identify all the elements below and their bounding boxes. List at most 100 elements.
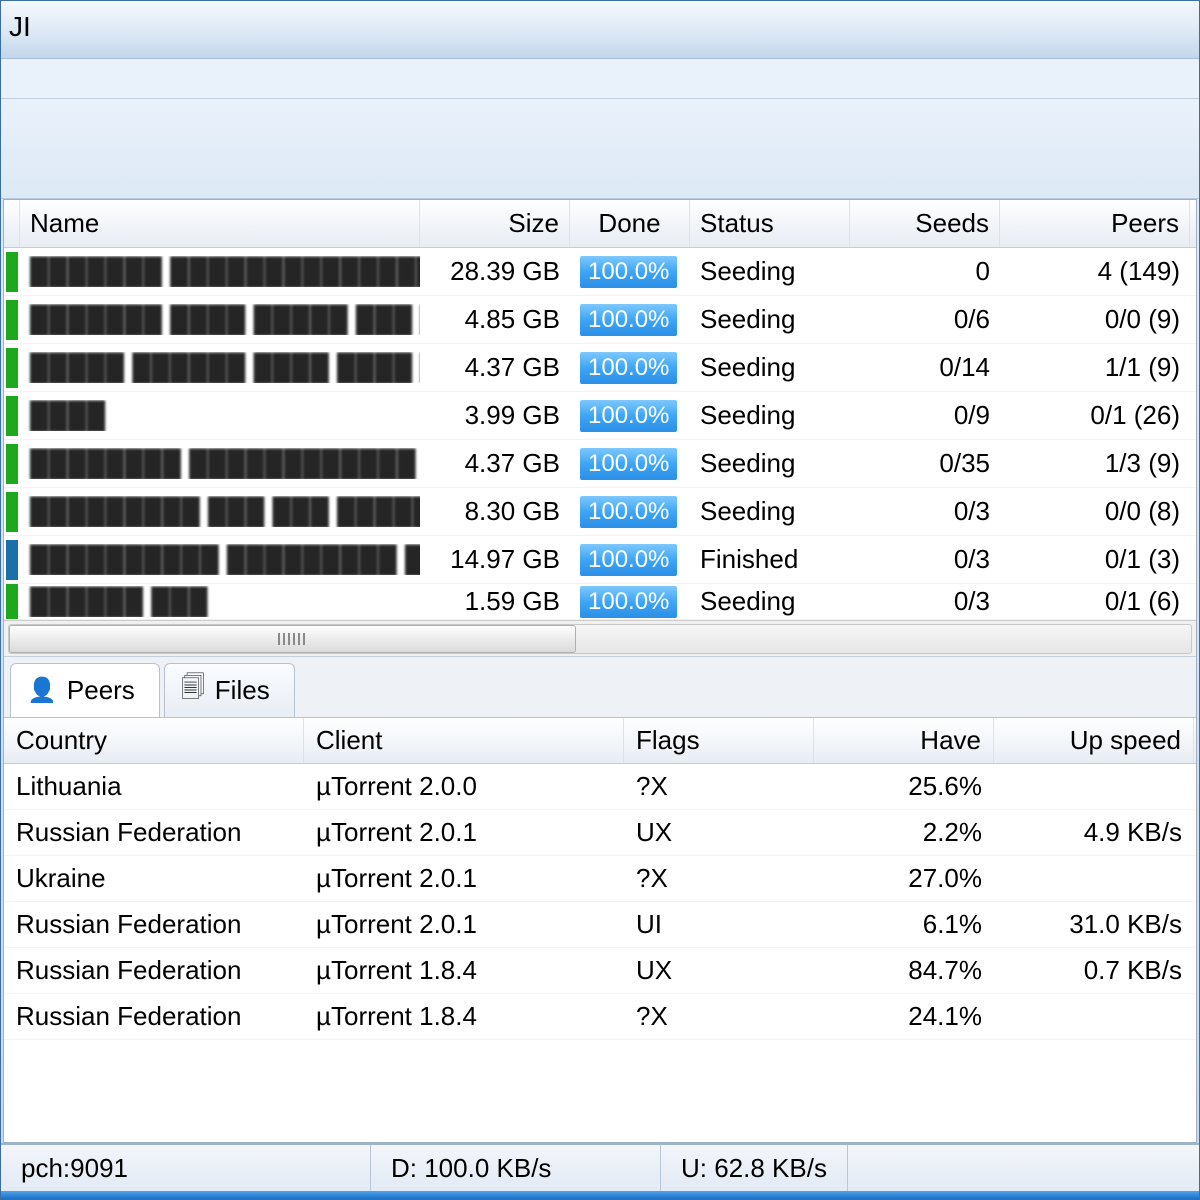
torrent-peers: 0/0 (9): [1010, 304, 1180, 335]
peer-country: Russian Federation: [4, 909, 304, 940]
app-window: JI Name Size Done Status Seeds Peers ███…: [0, 0, 1200, 1200]
peer-have: 24.1%: [814, 1001, 994, 1032]
tab-peers[interactable]: 👤 Peers: [10, 663, 160, 717]
status-bar: pch:9091 D: 100.0 KB/s U: 62.8 KB/s: [1, 1143, 1199, 1191]
torrent-name: █████████ ███ ███ ██████ █: [30, 496, 420, 526]
peer-have: 27.0%: [814, 863, 994, 894]
torrent-seeds: 0: [860, 256, 990, 287]
torrent-status: Seeding: [690, 352, 850, 383]
peer-row[interactable]: Russian FederationµTorrent 2.0.1UI6.1%31…: [4, 902, 1196, 948]
status-icon: [4, 300, 20, 340]
torrent-seeds: 0/35: [860, 448, 990, 479]
toolbar[interactable]: [1, 99, 1199, 199]
torrent-seeds: 0/3: [860, 544, 990, 575]
col-size[interactable]: Size: [420, 200, 570, 247]
torrent-seeds: 0/3: [860, 586, 990, 617]
torrent-progress: 100.0%: [580, 256, 677, 288]
torrent-header-row: Name Size Done Status Seeds Peers: [4, 200, 1196, 248]
pcol-have[interactable]: Have: [814, 718, 994, 763]
col-name[interactable]: Name: [20, 200, 420, 247]
person-icon: 👤: [27, 676, 57, 705]
torrent-peers: 0/1 (6): [1010, 586, 1180, 617]
torrent-row[interactable]: ████████ ████████████ ███…4.37 GB100.0%S…: [4, 440, 1196, 488]
col-seeds[interactable]: Seeds: [850, 200, 1000, 247]
pcol-country[interactable]: Country: [4, 718, 304, 763]
torrent-row[interactable]: ███████ ████ █████ ███ ███…4.85 GB100.0%…: [4, 296, 1196, 344]
torrent-status: Seeding: [690, 304, 850, 335]
torrent-status: Seeding: [690, 448, 850, 479]
torrent-status: Seeding: [690, 256, 850, 287]
peer-flags: ?X: [624, 863, 814, 894]
status-icon: [4, 444, 20, 484]
peer-country: Ukraine: [4, 863, 304, 894]
peer-row[interactable]: Russian FederationµTorrent 1.8.4?X24.1%: [4, 994, 1196, 1040]
pcol-client[interactable]: Client: [304, 718, 624, 763]
peer-row[interactable]: LithuaniaµTorrent 2.0.0?X25.6%: [4, 764, 1196, 810]
status-host: pch:9091: [1, 1145, 371, 1191]
tab-files[interactable]: 🗐 Files: [164, 663, 295, 717]
status-icon: [4, 252, 20, 292]
peer-client: µTorrent 2.0.1: [304, 817, 624, 848]
torrent-row[interactable]: ██████ ███1.59 GB100.0%Seeding0/30/1 (6): [4, 584, 1196, 620]
torrent-row[interactable]: ███████ ██████████████ █…28.39 GB100.0%S…: [4, 248, 1196, 296]
torrent-row[interactable]: ████3.99 GB100.0%Seeding0/90/1 (26): [4, 392, 1196, 440]
files-icon: 🗐: [181, 670, 205, 711]
torrent-progress: 100.0%: [580, 544, 677, 576]
peer-row[interactable]: Russian FederationµTorrent 1.8.4UX84.7%0…: [4, 948, 1196, 994]
status-icon: [4, 348, 20, 388]
torrent-size: 4.37 GB: [430, 448, 560, 479]
menubar[interactable]: [1, 59, 1199, 99]
peer-country: Russian Federation: [4, 955, 304, 986]
torrent-size: 8.30 GB: [430, 496, 560, 527]
torrent-seeds: 0/14: [860, 352, 990, 383]
torrent-row[interactable]: ██████████ █████████ ████ 14.97 GB 100.0% F…: [4, 536, 1196, 584]
torrent-progress: 100.0%: [580, 400, 677, 432]
torrent-row[interactable]: █████ ██████ ████ ████ █…4.37 GB100.0%Se…: [4, 344, 1196, 392]
torrent-status: Seeding: [690, 496, 850, 527]
torrent-name: ██████ ███: [30, 586, 208, 616]
status-icon: [4, 492, 20, 532]
torrent-size: 14.97 GB: [430, 544, 560, 575]
peer-client: µTorrent 1.8.4: [304, 1001, 624, 1032]
peer-upspeed: 0.7 KB/s: [994, 955, 1194, 986]
col-peers[interactable]: Peers: [1000, 200, 1190, 247]
scroll-thumb[interactable]: [9, 625, 576, 653]
torrent-row[interactable]: █████████ ███ ███ ██████ █ 8.30 GB 100.0% S…: [4, 488, 1196, 536]
horizontal-scrollbar[interactable]: [4, 620, 1196, 656]
peer-row[interactable]: UkraineµTorrent 2.0.1?X27.0%: [4, 856, 1196, 902]
torrent-name: ██████████ █████████ ████: [30, 544, 420, 574]
peers-panel: Country Client Flags Have Up speed Lithu…: [4, 717, 1196, 1142]
peer-client: µTorrent 2.0.1: [304, 863, 624, 894]
peer-have: 25.6%: [814, 771, 994, 802]
torrent-peers: 1/1 (9): [1010, 352, 1180, 383]
status-down: D: 100.0 KB/s: [371, 1145, 661, 1191]
col-done[interactable]: Done: [570, 200, 690, 247]
torrent-progress: 100.0%: [580, 496, 677, 528]
status-icon: [4, 584, 20, 620]
titlebar[interactable]: JI: [1, 1, 1199, 59]
torrent-progress: 100.0%: [580, 304, 677, 336]
peer-flags: UX: [624, 817, 814, 848]
tab-files-label: Files: [215, 675, 270, 706]
torrent-progress: 100.0%: [580, 352, 677, 384]
peers-header-row: Country Client Flags Have Up speed: [4, 718, 1196, 764]
torrent-peers: 1/3 (9): [1010, 448, 1180, 479]
peer-country: Russian Federation: [4, 817, 304, 848]
window-title: JI: [9, 11, 31, 42]
peer-client: µTorrent 2.0.0: [304, 771, 624, 802]
torrent-size: 4.85 GB: [430, 304, 560, 335]
pcol-flags[interactable]: Flags: [624, 718, 814, 763]
torrent-status: Seeding: [690, 586, 850, 617]
torrent-status: Finished: [690, 544, 850, 575]
col-status[interactable]: Status: [690, 200, 850, 247]
peer-row[interactable]: Russian FederationµTorrent 2.0.1UX2.2%4.…: [4, 810, 1196, 856]
torrent-progress: 100.0%: [580, 586, 677, 618]
peer-flags: ?X: [624, 1001, 814, 1032]
torrent-peers: 0/1 (26): [1010, 400, 1180, 431]
torrent-progress: 100.0%: [580, 448, 677, 480]
tab-peers-label: Peers: [67, 675, 135, 706]
pcol-up[interactable]: Up speed: [994, 718, 1194, 763]
peer-country: Russian Federation: [4, 1001, 304, 1032]
peer-upspeed: 31.0 KB/s: [994, 909, 1194, 940]
torrent-seeds: 0/9: [860, 400, 990, 431]
